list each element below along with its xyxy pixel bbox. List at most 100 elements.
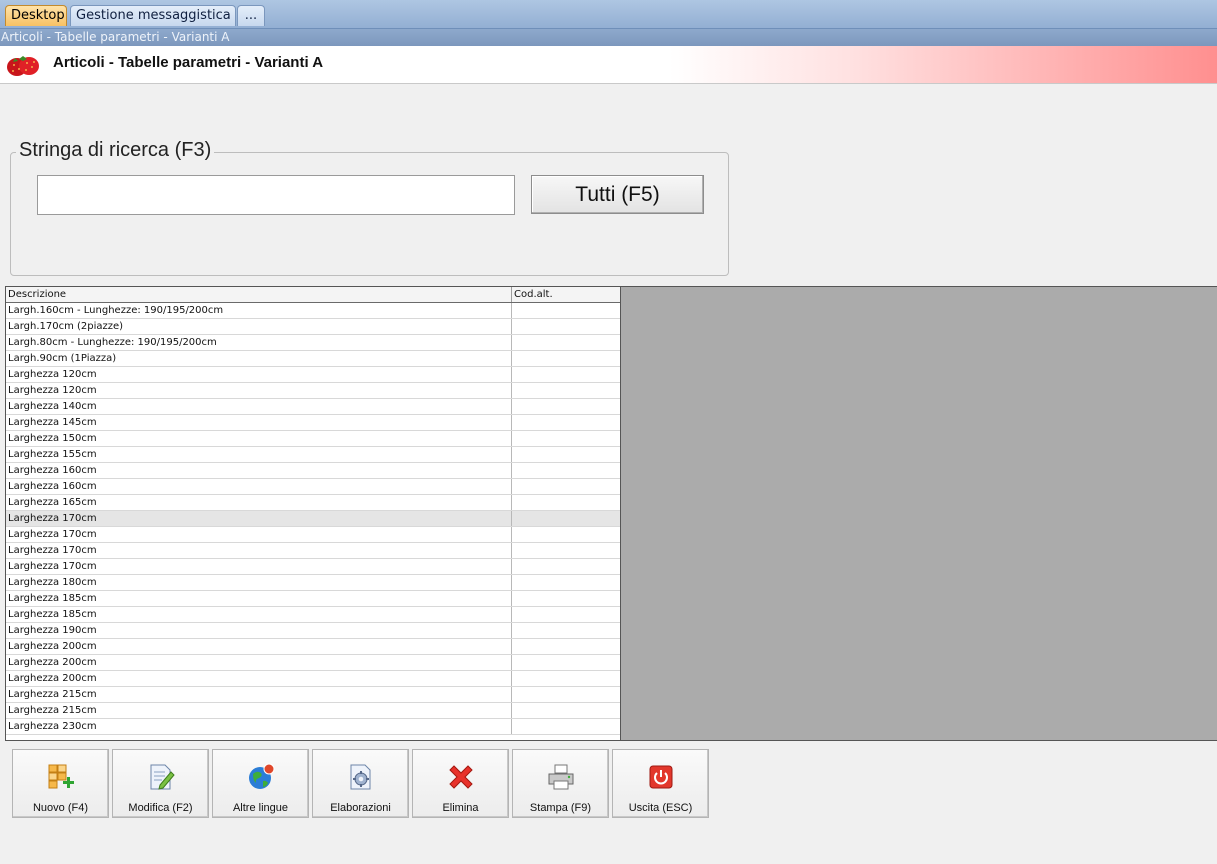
table-row[interactable]: Larghezza 170cm bbox=[6, 559, 620, 575]
table-row[interactable]: Larghezza 230cm bbox=[6, 719, 620, 735]
table-row[interactable]: Larghezza 180cm bbox=[6, 575, 620, 591]
table-row[interactable]: Larghezza 200cm bbox=[6, 639, 620, 655]
power-icon bbox=[649, 765, 673, 789]
tab-gestione-messaggistica[interactable]: Gestione messaggistica bbox=[70, 5, 236, 26]
table-row[interactable]: Larghezza 145cm bbox=[6, 415, 620, 431]
table-row[interactable]: Larghezza 215cm bbox=[6, 687, 620, 703]
cell-descrizione: Largh.80cm - Lunghezze: 190/195/200cm bbox=[6, 335, 512, 350]
cell-descrizione: Larghezza 120cm bbox=[6, 383, 512, 398]
gear-document-icon bbox=[350, 764, 371, 790]
edit-document-icon bbox=[150, 764, 175, 790]
cell-cod-alt bbox=[512, 703, 620, 718]
languages-button[interactable]: Altre lingue bbox=[212, 749, 309, 818]
table-row[interactable]: Larghezza 150cm bbox=[6, 431, 620, 447]
delete-button[interactable]: Elimina bbox=[412, 749, 509, 818]
table-row[interactable]: Larghezza 170cm bbox=[6, 543, 620, 559]
delete-button-label: Elimina bbox=[442, 802, 479, 814]
cell-cod-alt bbox=[512, 351, 620, 366]
grid-header: Descrizione Cod.alt. bbox=[6, 287, 620, 303]
tab-desktop[interactable]: Desktop bbox=[5, 5, 67, 26]
table-row[interactable]: Largh.80cm - Lunghezze: 190/195/200cm bbox=[6, 335, 620, 351]
table-row[interactable]: Larghezza 170cm bbox=[6, 511, 620, 527]
page-title: Articoli - Tabelle parametri - Varianti … bbox=[53, 54, 324, 71]
cell-cod-alt bbox=[512, 623, 620, 638]
new-button-label: Nuovo (F4) bbox=[32, 802, 89, 814]
cell-cod-alt bbox=[512, 719, 620, 734]
cell-cod-alt bbox=[512, 463, 620, 478]
show-all-button[interactable]: Tutti (F5) bbox=[531, 175, 704, 214]
cell-descrizione: Larghezza 200cm bbox=[6, 639, 512, 654]
table-row[interactable]: Larghezza 140cm bbox=[6, 399, 620, 415]
cell-descrizione: Larghezza 170cm bbox=[6, 511, 512, 526]
cell-descrizione: Larghezza 200cm bbox=[6, 671, 512, 686]
table-row[interactable]: Largh.160cm - Lunghezze: 190/195/200cm bbox=[6, 303, 620, 319]
cell-descrizione: Larghezza 150cm bbox=[6, 431, 512, 446]
table-row[interactable]: Largh.90cm (1Piazza) bbox=[6, 351, 620, 367]
new-button[interactable]: Nuovo (F4) bbox=[12, 749, 109, 818]
cell-cod-alt bbox=[512, 511, 620, 526]
grid-body: Largh.160cm - Lunghezze: 190/195/200cm La… bbox=[6, 303, 620, 735]
edit-button-label: Modifica (F2) bbox=[128, 802, 193, 814]
cell-cod-alt bbox=[512, 543, 620, 558]
cell-descrizione: Larghezza 200cm bbox=[6, 655, 512, 670]
edit-button[interactable]: Modifica (F2) bbox=[112, 749, 209, 818]
table-row[interactable]: Larghezza 120cm bbox=[6, 367, 620, 383]
table-row[interactable]: Larghezza 200cm bbox=[6, 655, 620, 671]
column-header-cod-alt[interactable]: Cod.alt. bbox=[512, 287, 620, 302]
cell-cod-alt bbox=[512, 559, 620, 574]
strawberry-icon bbox=[7, 56, 39, 76]
window-title: Articoli - Tabelle parametri - Varianti … bbox=[1, 30, 230, 44]
cell-descrizione: Larghezza 160cm bbox=[6, 479, 512, 494]
cell-descrizione: Larghezza 230cm bbox=[6, 719, 512, 734]
cell-descrizione: Larghezza 155cm bbox=[6, 447, 512, 462]
cell-cod-alt bbox=[512, 415, 620, 430]
printer-icon bbox=[548, 764, 574, 790]
processing-button[interactable]: Elaborazioni bbox=[312, 749, 409, 818]
cell-cod-alt bbox=[512, 399, 620, 414]
cell-cod-alt bbox=[512, 527, 620, 542]
table-row[interactable]: Larghezza 155cm bbox=[6, 447, 620, 463]
cell-cod-alt bbox=[512, 383, 620, 398]
table-row[interactable]: Larghezza 160cm bbox=[6, 479, 620, 495]
cell-cod-alt bbox=[512, 303, 620, 318]
cell-cod-alt bbox=[512, 639, 620, 654]
page-header: Articoli - Tabelle parametri - Varianti … bbox=[0, 46, 1217, 84]
cell-descrizione: Larghezza 170cm bbox=[6, 527, 512, 542]
table-row[interactable]: Larghezza 120cm bbox=[6, 383, 620, 399]
table-row[interactable]: Larghezza 160cm bbox=[6, 463, 620, 479]
cell-cod-alt bbox=[512, 607, 620, 622]
delete-x-icon bbox=[449, 765, 473, 789]
table-row[interactable]: Larghezza 190cm bbox=[6, 623, 620, 639]
search-input[interactable] bbox=[37, 175, 515, 215]
cell-descrizione: Largh.160cm - Lunghezze: 190/195/200cm bbox=[6, 303, 512, 318]
languages-button-label: Altre lingue bbox=[232, 802, 289, 814]
cell-cod-alt bbox=[512, 575, 620, 590]
grid-empty-area bbox=[621, 286, 1217, 741]
window-title-bar: Articoli - Tabelle parametri - Varianti … bbox=[0, 29, 1217, 46]
cell-descrizione: Larghezza 145cm bbox=[6, 415, 512, 430]
data-grid[interactable]: Descrizione Cod.alt. Largh.160cm - Lungh… bbox=[5, 286, 621, 741]
cell-descrizione: Larghezza 215cm bbox=[6, 687, 512, 702]
globe-icon bbox=[249, 763, 275, 789]
tab-more[interactable]: ... bbox=[237, 5, 265, 26]
table-row[interactable]: Larghezza 165cm bbox=[6, 495, 620, 511]
search-group-legend: Stringa di ricerca (F3) bbox=[16, 139, 215, 162]
cell-cod-alt bbox=[512, 655, 620, 670]
cell-descrizione: Larghezza 190cm bbox=[6, 623, 512, 638]
table-row[interactable]: Larghezza 215cm bbox=[6, 703, 620, 719]
table-row[interactable]: Larghezza 200cm bbox=[6, 671, 620, 687]
cell-cod-alt bbox=[512, 367, 620, 382]
exit-button[interactable]: Uscita (ESC) bbox=[612, 749, 709, 818]
print-button[interactable]: Stampa (F9) bbox=[512, 749, 609, 818]
cell-cod-alt bbox=[512, 495, 620, 510]
table-row[interactable]: Largh.170cm (2piazze) bbox=[6, 319, 620, 335]
table-row[interactable]: Larghezza 185cm bbox=[6, 607, 620, 623]
table-row[interactable]: Larghezza 185cm bbox=[6, 591, 620, 607]
column-header-descrizione[interactable]: Descrizione bbox=[6, 287, 512, 302]
action-toolbar: Nuovo (F4) Modifica (F2) Altre lingue El… bbox=[12, 749, 709, 819]
cell-descrizione: Larghezza 180cm bbox=[6, 575, 512, 590]
cell-descrizione: Larghezza 140cm bbox=[6, 399, 512, 414]
cell-cod-alt bbox=[512, 671, 620, 686]
table-row[interactable]: Larghezza 170cm bbox=[6, 527, 620, 543]
cell-descrizione: Larghezza 170cm bbox=[6, 559, 512, 574]
